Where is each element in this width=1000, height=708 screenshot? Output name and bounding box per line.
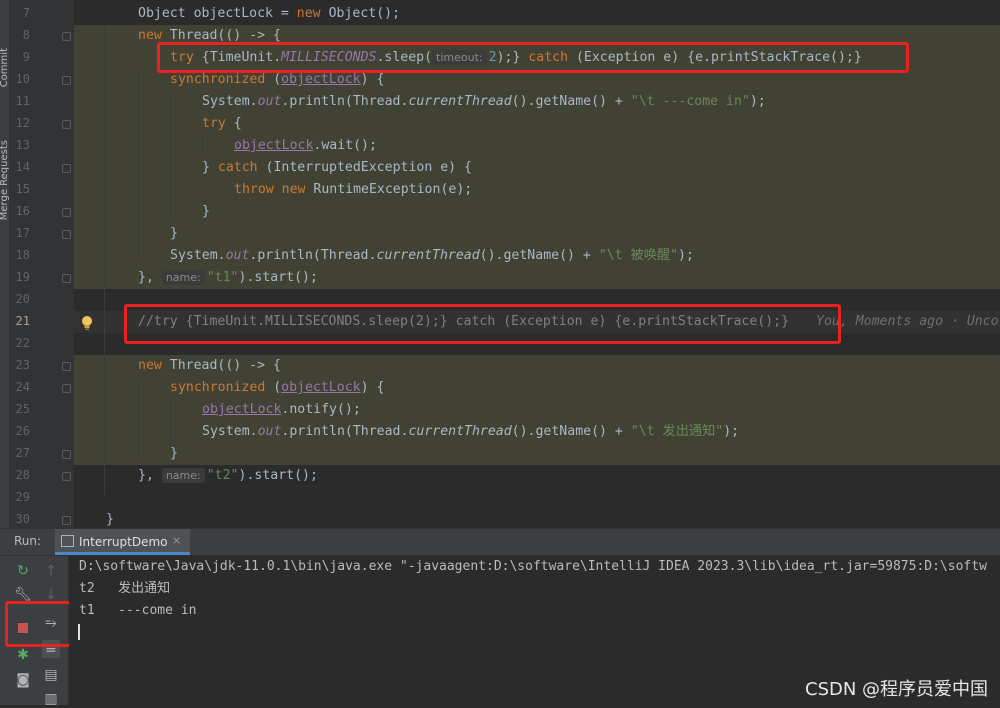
- java-class-icon: [61, 535, 74, 547]
- code-line-18[interactable]: System.out.println(Thread.currentThread(…: [170, 245, 694, 267]
- code-line-15[interactable]: throw new RuntimeException(e);: [234, 179, 472, 201]
- line-number[interactable]: 10: [10, 72, 30, 86]
- console-line-output: t2 发出通知: [79, 581, 171, 596]
- line-number[interactable]: 24: [10, 380, 30, 394]
- line-number[interactable]: 16: [10, 204, 30, 218]
- line-number[interactable]: 9: [10, 50, 30, 64]
- fold-marker[interactable]: [62, 516, 71, 525]
- line-number[interactable]: 27: [10, 446, 30, 460]
- fold-marker[interactable]: [62, 208, 71, 217]
- console-line-command: D:\software\Java\jdk-11.0.1\bin\java.exe…: [79, 559, 987, 574]
- line-number[interactable]: 14: [10, 160, 30, 174]
- indent-guide: [138, 378, 139, 458]
- run-tab-label[interactable]: InterruptDemo: [79, 535, 167, 549]
- code-line-25[interactable]: objectLock.notify();: [202, 399, 361, 421]
- line-number[interactable]: 26: [10, 424, 30, 438]
- code-line-23[interactable]: new Thread(() -> {: [138, 355, 281, 377]
- indent-guide: [104, 25, 105, 495]
- line-number[interactable]: 8: [10, 28, 30, 42]
- fold-marker[interactable]: [62, 230, 71, 239]
- line-number[interactable]: 22: [10, 336, 30, 350]
- annotation-box-line-21: [124, 304, 841, 344]
- code-line-14[interactable]: } catch (InterruptedException e) {: [202, 157, 472, 179]
- code-line-28[interactable]: }, name: "t2").start();: [138, 465, 318, 487]
- indent-guide: [138, 70, 139, 260]
- code-line-16[interactable]: }: [202, 201, 210, 223]
- fold-marker[interactable]: [62, 76, 71, 85]
- merge-requests-tab[interactable]: Merge Requests: [0, 140, 10, 220]
- close-tab-icon[interactable]: ×: [172, 534, 181, 547]
- annotation-box-line-9: [157, 42, 909, 73]
- fold-marker[interactable]: [62, 472, 71, 481]
- trash-icon[interactable]: ▥: [42, 690, 60, 708]
- code-line-17[interactable]: }: [170, 223, 178, 245]
- run-label: Run:: [14, 534, 42, 548]
- fold-marker[interactable]: [62, 450, 71, 459]
- line-number[interactable]: 28: [10, 468, 30, 482]
- text-caret: [78, 624, 80, 640]
- up-arrow-icon[interactable]: ↑: [42, 562, 60, 580]
- debug-icon[interactable]: ✱: [14, 646, 32, 664]
- indent-guide: [170, 92, 171, 222]
- bulb-icon[interactable]: [80, 315, 94, 331]
- line-number[interactable]: 17: [10, 226, 30, 240]
- console-line-output: t1 ---come in: [79, 603, 197, 618]
- fold-marker[interactable]: [62, 274, 71, 283]
- code-line-19[interactable]: }, name: "t1").start();: [138, 267, 318, 289]
- fold-marker[interactable]: [62, 164, 71, 173]
- indent-guide: [202, 136, 203, 156]
- rerun-icon[interactable]: ↻: [14, 562, 32, 580]
- fold-marker[interactable]: [62, 362, 71, 371]
- commit-tab[interactable]: Commit: [0, 48, 10, 87]
- code-line-26[interactable]: System.out.println(Thread.currentThread(…: [202, 421, 739, 443]
- line-number[interactable]: 7: [10, 6, 30, 20]
- code-line-11[interactable]: System.out.println(Thread.currentThread(…: [202, 91, 766, 113]
- line-number[interactable]: 15: [10, 182, 30, 196]
- code-line-13[interactable]: objectLock.wait();: [234, 135, 377, 157]
- parameter-hint: name:: [161, 270, 205, 285]
- left-tool-strip: Commit Merge Requests: [0, 0, 10, 528]
- line-number[interactable]: 25: [10, 402, 30, 416]
- code-line-27[interactable]: }: [170, 443, 178, 465]
- line-number[interactable]: 18: [10, 248, 30, 262]
- line-number[interactable]: 12: [10, 116, 30, 130]
- fold-marker[interactable]: [62, 120, 71, 129]
- watermark: CSDN @程序员爱中国: [805, 679, 989, 700]
- line-number[interactable]: 30: [10, 512, 30, 526]
- git-blame-annotation: You, Moments ago · Unco: [816, 314, 999, 329]
- fold-marker[interactable]: [62, 32, 71, 41]
- line-number[interactable]: 29: [10, 490, 30, 504]
- parameter-hint: name:: [161, 468, 205, 483]
- line-number[interactable]: 13: [10, 138, 30, 152]
- code-line-24[interactable]: synchronized (objectLock) {: [170, 377, 384, 399]
- fold-marker[interactable]: [62, 384, 71, 393]
- line-number[interactable]: 19: [10, 270, 30, 284]
- line-number[interactable]: 23: [10, 358, 30, 372]
- print-icon[interactable]: ▤: [42, 666, 60, 684]
- line-number[interactable]: 21: [10, 314, 30, 328]
- camera-icon[interactable]: ◙: [14, 671, 32, 689]
- line-number[interactable]: 11: [10, 94, 30, 108]
- code-line-7[interactable]: Object objectLock = new Object();: [138, 3, 400, 25]
- line-number[interactable]: 20: [10, 292, 30, 306]
- code-line-12[interactable]: try {: [202, 113, 242, 135]
